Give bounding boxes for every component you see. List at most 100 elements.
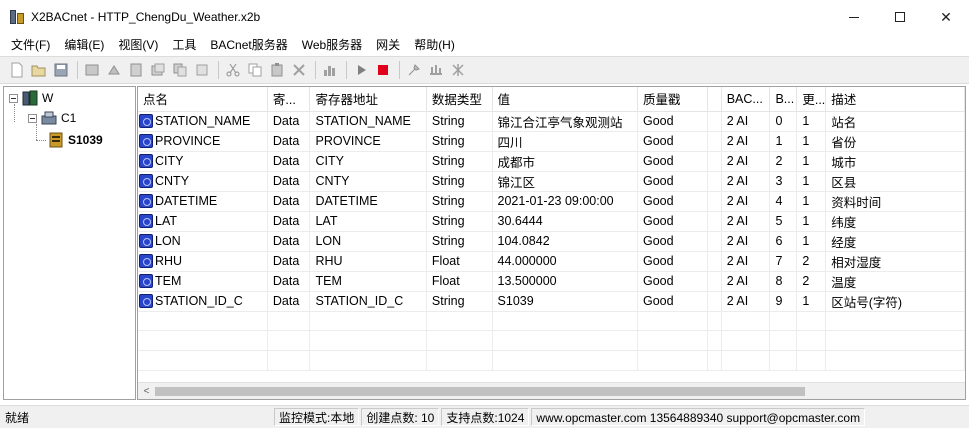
new-file-button[interactable]: [8, 61, 26, 79]
tree-node-device[interactable]: S1039: [48, 131, 103, 149]
menu-gateway[interactable]: 网关: [369, 34, 407, 56]
maximize-button[interactable]: [877, 0, 923, 34]
copy-button[interactable]: [246, 61, 264, 79]
toolbar-separator: [346, 61, 347, 79]
monitor-button[interactable]: [321, 61, 339, 79]
cell-register-address: TEM: [309, 271, 427, 292]
col-header-name[interactable]: 点名: [138, 87, 268, 112]
add-tag-button[interactable]: [127, 61, 145, 79]
delete-button[interactable]: [290, 61, 308, 79]
save-icon: [54, 63, 68, 77]
add-channel-icon: [85, 64, 99, 76]
cell-data-type: String: [426, 111, 493, 132]
paste-button[interactable]: [268, 61, 286, 79]
table-row[interactable]: CITY Data CITY String 成都市 Good 2 AI 2 1 城市: [138, 151, 965, 172]
col-header-value[interactable]: 值: [492, 87, 638, 112]
open-file-button[interactable]: [30, 61, 48, 79]
cell-name: CITY: [138, 151, 268, 172]
stop-icon: [378, 65, 388, 75]
stop-button[interactable]: [374, 61, 392, 79]
cell-data-type: String: [426, 231, 493, 252]
col-header-quality[interactable]: 质量戳: [637, 87, 708, 112]
tag-icon: [139, 134, 153, 148]
menu-help[interactable]: 帮助(H): [407, 34, 462, 56]
col-header-register-type[interactable]: 寄...: [267, 87, 311, 112]
run-button[interactable]: [352, 61, 370, 79]
menu-bacnet-server[interactable]: BACnet服务器: [203, 34, 294, 56]
tag-grid: 点名 寄... 寄存器地址 数据类型 值 质量戳 BAC... B... 更..…: [137, 86, 966, 400]
table-row[interactable]: RHU Data RHU Float 44.000000 Good 2 AI 7 2 相对湿度: [138, 251, 965, 272]
cell-quality: Good: [637, 171, 708, 192]
tree-node-channel[interactable]: C1: [28, 109, 76, 127]
menu-view[interactable]: 视图(V): [111, 34, 165, 56]
cell-register-type: Data: [267, 131, 311, 152]
col-header-blank[interactable]: [707, 87, 722, 112]
batch-tag-button[interactable]: [149, 61, 167, 79]
cell-update: 2: [796, 271, 827, 292]
cell-value: 2021-01-23 09:00:00: [492, 191, 638, 212]
cell-data-type: String: [426, 131, 493, 152]
col-header-register-address[interactable]: 寄存器地址: [309, 87, 427, 112]
menu-edit[interactable]: 编辑(E): [57, 34, 111, 56]
empty-cell: [426, 350, 493, 371]
table-row[interactable]: PROVINCE Data PROVINCE String 四川 Good 2 AI 1 1 省份: [138, 131, 965, 152]
add-device-button[interactable]: [105, 61, 123, 79]
col-header-data-type[interactable]: 数据类型: [426, 87, 493, 112]
table-row[interactable]: TEM Data TEM Float 13.500000 Good 2 AI 8 2 温度: [138, 271, 965, 292]
menu-file[interactable]: 文件(F): [4, 34, 57, 56]
table-row[interactable]: STATION_ID_C Data STATION_ID_C String S1039 G…: [138, 291, 965, 312]
tree-label-channel: C1: [61, 111, 77, 125]
status-mode: 监控模式:本地: [274, 408, 360, 426]
close-button[interactable]: ✕: [923, 0, 969, 34]
menu-tools[interactable]: 工具: [165, 34, 203, 56]
cell-description: 温度: [825, 271, 965, 292]
grid-body: STATION_NAME Data STATION_NAME String 锦江合江亭气…: [138, 111, 965, 371]
collapse-icon[interactable]: [9, 93, 18, 103]
gateway-button[interactable]: [427, 61, 445, 79]
cell-blank: [707, 291, 722, 312]
tree-node-root[interactable]: W: [9, 89, 53, 107]
cell-value: S1039: [492, 291, 638, 312]
cell-bacnet-instance: 4: [769, 191, 798, 212]
empty-cell: [825, 350, 965, 371]
cell-description: 经度: [825, 231, 965, 252]
table-row[interactable]: CNTY Data CNTY String 锦江区 Good 2 AI 3 1 区县: [138, 171, 965, 192]
cell-data-type: String: [426, 151, 493, 172]
table-row[interactable]: LON Data LON String 104.0842 Good 2 AI 6 1 经度: [138, 231, 965, 252]
cell-bacnet-type: 2 AI: [721, 251, 771, 272]
cell-quality: Good: [637, 251, 708, 272]
cell-name: LAT: [138, 211, 268, 232]
scrollbar-thumb[interactable]: [155, 387, 805, 396]
table-row[interactable]: LAT Data LAT String 30.6444 Good 2 AI 5 1 纬度: [138, 211, 965, 232]
cell-value: 成都市: [492, 151, 638, 172]
save-button[interactable]: [52, 61, 70, 79]
cell-blank: [707, 111, 722, 132]
copy-device-button[interactable]: [171, 61, 189, 79]
cut-button[interactable]: [224, 61, 242, 79]
empty-cell: [796, 330, 827, 351]
horizontal-scrollbar[interactable]: <: [138, 382, 965, 399]
col-header-bacnet-instance[interactable]: B...: [769, 87, 798, 112]
col-header-description[interactable]: 描述: [825, 87, 965, 112]
minimize-button[interactable]: [831, 0, 877, 34]
status-ready: 就绪: [5, 410, 30, 425]
scroll-left-button[interactable]: <: [138, 383, 155, 399]
collapse-icon[interactable]: [28, 113, 37, 123]
delete-icon: [293, 64, 305, 76]
bacnet-button[interactable]: [449, 61, 467, 79]
add-channel-button[interactable]: [83, 61, 101, 79]
tag-name-text: STATION_ID_C: [155, 294, 243, 308]
menu-web-server[interactable]: Web服务器: [295, 34, 369, 56]
tools-button[interactable]: [405, 61, 423, 79]
table-row[interactable]: STATION_NAME Data STATION_NAME String 锦江合江亭气…: [138, 111, 965, 132]
col-header-bacnet-type[interactable]: BAC...: [721, 87, 771, 112]
cell-blank: [707, 211, 722, 232]
table-row[interactable]: DATETIME Data DATETIME String 2021-01-23 09:…: [138, 191, 965, 212]
cell-register-type: Data: [267, 111, 311, 132]
cell-data-type: Float: [426, 251, 493, 272]
tag-icon: [139, 274, 153, 288]
status-created-count: 创建点数: 10: [361, 408, 440, 426]
properties-button[interactable]: [193, 61, 211, 79]
col-header-update[interactable]: 更...: [796, 87, 827, 112]
status-contact: www.opcmaster.com 13564889340 support@op…: [531, 408, 866, 426]
